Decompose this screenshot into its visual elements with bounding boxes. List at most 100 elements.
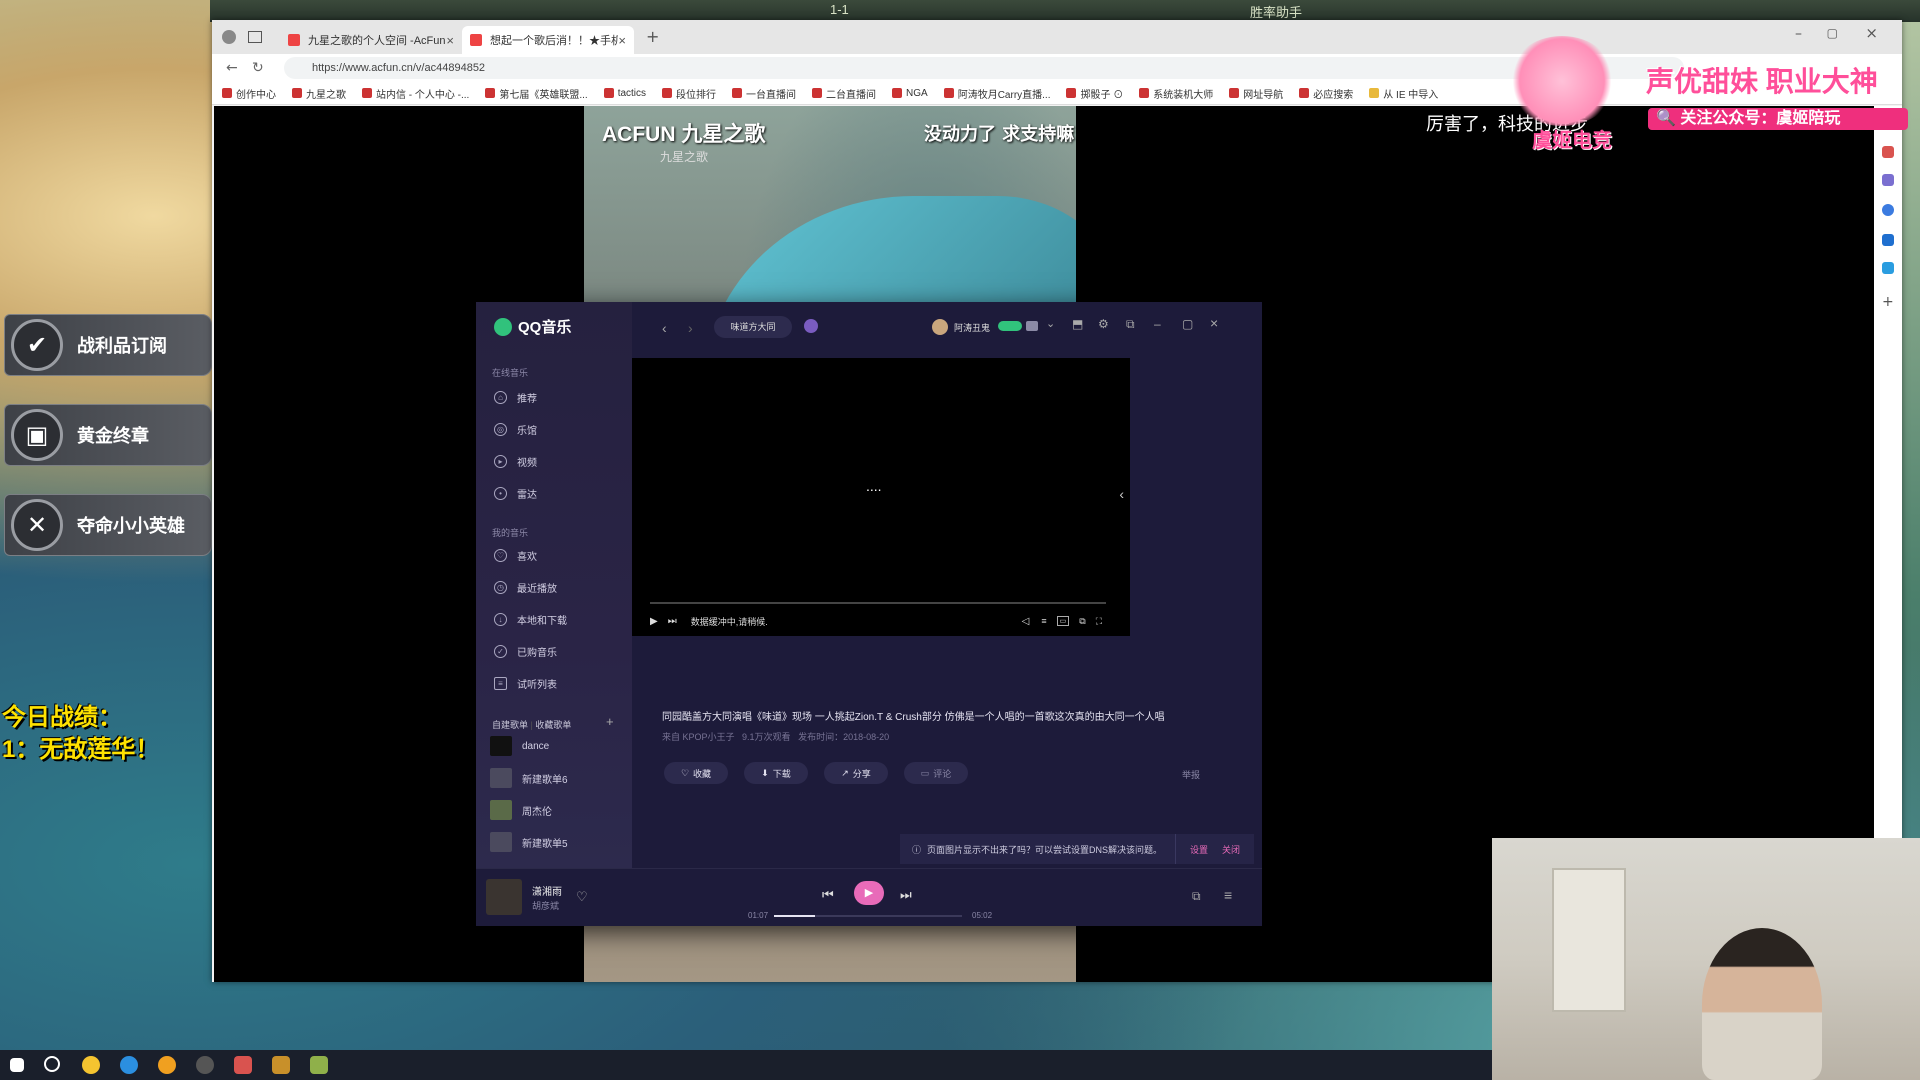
play-pause-button[interactable]: ▶ bbox=[854, 881, 884, 905]
nav-recommend[interactable]: ⌂ 推荐 bbox=[494, 390, 537, 405]
bookmark[interactable]: 阿涛牧月Carry直播... bbox=[943, 86, 1050, 101]
office-icon[interactable] bbox=[1882, 204, 1894, 216]
bookmark-folder[interactable]: 从 IE 中导入 bbox=[1369, 86, 1438, 101]
nav-video[interactable]: ▸ 视频 bbox=[494, 454, 537, 469]
playlist-icon[interactable]: ≡ bbox=[1041, 616, 1046, 626]
windows-start-icon[interactable] bbox=[10, 1058, 24, 1072]
tab-actions-icon[interactable] bbox=[248, 31, 262, 43]
bookmark[interactable]: 二台直播间 bbox=[812, 86, 876, 101]
nav-purchased[interactable]: ✓ 已购音乐 bbox=[494, 644, 557, 659]
skin-icon[interactable]: ⬒ bbox=[1072, 317, 1083, 331]
tab-collected-playlists[interactable]: 收藏歌单 bbox=[535, 720, 571, 730]
maximize-icon[interactable]: ▢ bbox=[1182, 317, 1193, 331]
close-icon[interactable]: × bbox=[446, 33, 454, 48]
bookmark[interactable]: 九星之歌 bbox=[292, 86, 346, 101]
bookmark[interactable]: 网址导航 bbox=[1229, 86, 1283, 101]
app-icon[interactable] bbox=[234, 1056, 252, 1074]
bookmark[interactable]: 第七届《英雄联盟... bbox=[485, 86, 588, 101]
notice-close-link[interactable]: 关闭 bbox=[1222, 843, 1240, 856]
bookmark[interactable]: NGA bbox=[892, 88, 928, 99]
edge-icon[interactable] bbox=[120, 1056, 138, 1074]
notice-settings-link[interactable]: 设置 bbox=[1190, 843, 1208, 856]
username[interactable]: 阿涛丑鬼 bbox=[954, 321, 990, 334]
app-icon[interactable] bbox=[196, 1056, 214, 1074]
tab-my-playlists[interactable]: 自建歌单 bbox=[492, 720, 528, 730]
playlist-item[interactable]: 新建歌单6 bbox=[490, 768, 568, 788]
nav-likes[interactable]: ♡ 喜欢 bbox=[494, 548, 537, 563]
nav-trial-list[interactable]: ≡ 试听列表 bbox=[494, 676, 557, 691]
vip-badge[interactable] bbox=[998, 321, 1022, 331]
league-icon[interactable] bbox=[272, 1056, 290, 1074]
side-button-loot-subscription[interactable]: ✔ 战利品订阅 bbox=[4, 314, 212, 376]
bookmark[interactable]: 必应搜索 bbox=[1299, 86, 1353, 101]
bookmark[interactable]: tactics bbox=[603, 88, 646, 99]
playlist-item[interactable]: 新建歌单5 bbox=[490, 832, 568, 852]
pip-icon[interactable]: ⧉ bbox=[1079, 616, 1085, 627]
nav-recent[interactable]: ◷ 最近播放 bbox=[494, 580, 557, 595]
tab-video[interactable]: 想起一个歌后消！！★手机室... × bbox=[462, 26, 634, 54]
song-artist[interactable]: 胡彦斌 bbox=[532, 899, 559, 912]
nav-radar[interactable]: • 雷达 bbox=[494, 486, 537, 501]
profile-icon[interactable] bbox=[222, 30, 236, 44]
mini-mode-icon[interactable]: ⧉ bbox=[1126, 317, 1135, 332]
playlist-item[interactable]: 周杰伦 bbox=[490, 800, 552, 820]
minimize-icon[interactable]: – bbox=[1795, 26, 1802, 42]
comment-button[interactable]: ▭ 评论 bbox=[904, 762, 968, 784]
queue-icon[interactable]: ≡ bbox=[1224, 887, 1232, 903]
album-cover[interactable] bbox=[486, 879, 522, 915]
report-link[interactable]: 举报 bbox=[1182, 768, 1200, 781]
bookmark[interactable]: 段位排行 bbox=[662, 86, 716, 101]
bookmark[interactable]: 一台直播间 bbox=[732, 86, 796, 101]
lyrics-icon[interactable]: ⧉ bbox=[1192, 889, 1201, 904]
new-tab-icon[interactable]: + bbox=[646, 27, 659, 46]
download-button[interactable]: ⬇ 下载 bbox=[744, 762, 808, 784]
app-icon[interactable] bbox=[310, 1056, 328, 1074]
add-playlist-icon[interactable]: + bbox=[606, 714, 614, 729]
song-title[interactable]: 潇湘雨 bbox=[532, 883, 562, 898]
bookmark[interactable]: 掷骰子 ⊙ bbox=[1066, 86, 1123, 101]
close-icon[interactable]: × bbox=[1210, 315, 1218, 331]
minimize-icon[interactable]: – bbox=[1154, 317, 1161, 331]
close-icon[interactable]: × bbox=[618, 33, 626, 48]
volume-icon[interactable]: ◁ bbox=[1022, 616, 1030, 627]
outlook-icon[interactable] bbox=[1882, 234, 1894, 246]
search-icon[interactable] bbox=[44, 1056, 60, 1072]
send-icon[interactable] bbox=[1882, 262, 1894, 274]
bookmark[interactable]: 创作中心 bbox=[222, 86, 276, 101]
nav-music-hall[interactable]: ◎ 乐馆 bbox=[494, 422, 537, 437]
video-progress-track[interactable] bbox=[650, 602, 1106, 604]
add-icon[interactable]: + bbox=[1882, 294, 1894, 310]
back-icon[interactable]: ‹ bbox=[662, 320, 667, 336]
music-recognize-icon[interactable] bbox=[804, 319, 818, 333]
chevron-down-icon[interactable]: ⌄ bbox=[1046, 317, 1055, 330]
bookmark[interactable]: 系统装机大师 bbox=[1139, 86, 1213, 101]
favorite-button[interactable]: ♡ 收藏 bbox=[664, 762, 728, 784]
next-icon[interactable]: ⏭ bbox=[668, 616, 677, 627]
nav-local-download[interactable]: ↓ 本地和下载 bbox=[494, 612, 567, 627]
side-button-golden-finale[interactable]: ▣ 黄金终章 bbox=[4, 404, 212, 466]
toolbox-icon[interactable] bbox=[1882, 146, 1894, 158]
video-source[interactable]: 来自 KPOP小王子 bbox=[662, 732, 735, 742]
chrome-icon[interactable] bbox=[82, 1056, 100, 1074]
tab-acfun-space[interactable]: 九星之歌的个人空间 -AcFun弹幕... × bbox=[280, 26, 462, 54]
previous-icon[interactable]: ⏮ bbox=[822, 887, 834, 903]
playlist-item[interactable]: dance bbox=[490, 736, 549, 756]
close-window-icon[interactable]: × bbox=[1865, 24, 1878, 42]
reload-icon[interactable]: ↻ bbox=[252, 60, 264, 76]
collapse-panel-icon[interactable]: ‹ bbox=[1119, 486, 1124, 502]
bookmark[interactable]: 站内信 - 个人中心 -... bbox=[362, 86, 469, 101]
maximize-icon[interactable]: ▢ bbox=[1827, 26, 1838, 40]
search-tag[interactable]: 味道方大同 bbox=[714, 316, 792, 338]
like-heart-icon[interactable]: ♡ bbox=[576, 889, 588, 905]
forward-icon[interactable]: › bbox=[688, 320, 693, 336]
quality-icon[interactable]: ▭ bbox=[1056, 616, 1070, 626]
settings-icon[interactable]: ⚙ bbox=[1098, 317, 1109, 331]
side-button-little-legends[interactable]: ✕ 夺命小小英雄 bbox=[4, 494, 212, 556]
fullscreen-icon[interactable]: ⛶ bbox=[1096, 616, 1102, 627]
play-icon[interactable]: ▶ bbox=[650, 616, 658, 627]
video-player[interactable]: .... ‹ ▶ ⏭ 数据缓冲中,请稍候. ◁ ≡ ▭ ⧉ ⛶ bbox=[632, 358, 1130, 636]
url-input[interactable]: https://www.acfun.cn/v/ac44894852 bbox=[284, 57, 1684, 79]
avatar[interactable] bbox=[932, 319, 948, 335]
next-icon[interactable]: ⏭ bbox=[900, 887, 912, 903]
browser-app-icon[interactable] bbox=[158, 1056, 176, 1074]
